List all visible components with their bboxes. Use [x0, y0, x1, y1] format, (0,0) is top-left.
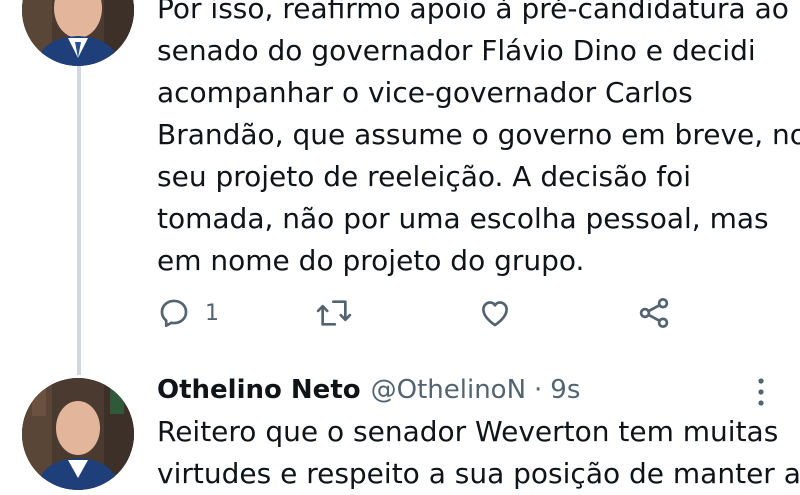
tweet1-text-line: senado do governador Flávio Dino e decid…: [157, 34, 756, 67]
tweet1-text-line: Brandão, que assume o governo em breve, …: [157, 118, 800, 151]
tweet1-text-line: seu projeto de reeleição. A decisão foi: [157, 160, 692, 193]
tweet1-avatar[interactable]: [22, 0, 134, 66]
more-vertical-icon: [758, 378, 764, 406]
tweet1-text-line: em nome do projeto do grupo.: [157, 244, 585, 277]
tweet2-text-line: Reitero que o senador Weverton tem muita…: [157, 415, 779, 448]
tweet-timestamp[interactable]: 9s: [550, 375, 580, 405]
separator-dot: ·: [534, 375, 543, 405]
tweet1-text-line: Por isso, reafirmo apoio à pré-candidatu…: [157, 0, 789, 25]
more-options-button[interactable]: [746, 372, 776, 412]
tweet2-header: Othelino Neto @OthelinoN · 9s: [157, 370, 580, 410]
tweet2-text: Reitero que o senador Weverton tem muita…: [157, 411, 800, 495]
tweet1-text: Por isso, reafirmo apoio à pré-candidatu…: [157, 0, 800, 282]
reply-button[interactable]: 1: [157, 290, 219, 336]
share-icon: [639, 298, 669, 328]
share-button[interactable]: [636, 290, 672, 336]
thread-connector-line: [77, 60, 81, 375]
heart-icon: [482, 301, 508, 327]
reply-count: 1: [205, 300, 219, 326]
retweet-icon: [316, 300, 352, 326]
like-button[interactable]: [477, 290, 513, 336]
author-name[interactable]: Othelino Neto: [157, 375, 361, 405]
tweet2-avatar[interactable]: [22, 378, 134, 490]
profile-photo-image: [22, 0, 134, 66]
retweet-button[interactable]: [315, 290, 353, 336]
tweet1-text-line: tomada, não por uma escolha pessoal, mas: [157, 202, 769, 235]
author-handle[interactable]: @OthelinoN: [371, 375, 526, 405]
tweet1-text-line: acompanhar o vice-governador Carlos: [157, 76, 693, 109]
tweet2-text-line: virtudes e respeito a sua posição de man…: [157, 457, 800, 490]
reply-icon: [160, 299, 188, 328]
profile-photo-image: [22, 378, 134, 490]
